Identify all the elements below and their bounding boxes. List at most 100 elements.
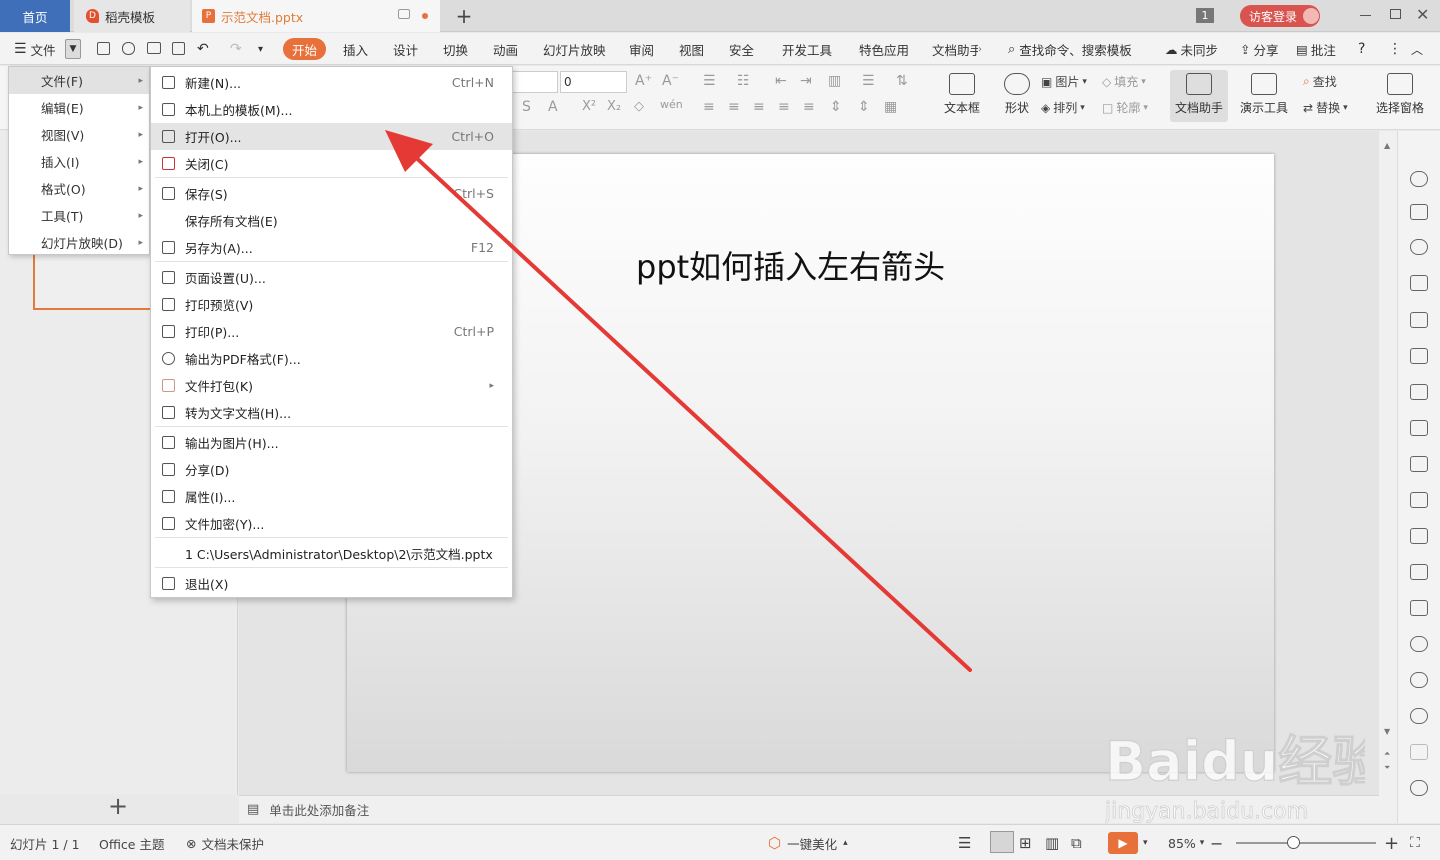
fill-button[interactable]: ◇ 填充 ▾ — [1102, 73, 1146, 90]
font-color-icon[interactable]: A — [548, 99, 558, 115]
indent-icon[interactable]: ⇥ — [800, 73, 812, 89]
slide-title[interactable]: ppt如何插入左右箭头 — [636, 242, 945, 288]
increase-font-icon[interactable]: A⁺ — [635, 73, 652, 89]
bullet-list-icon[interactable]: ☰ — [703, 73, 716, 89]
normal-view-icon[interactable] — [990, 831, 1014, 853]
menu-print-preview[interactable]: 打印预览(V) — [151, 291, 512, 318]
help-circle-icon[interactable] — [1410, 708, 1428, 724]
distribute-icon[interactable]: ≡ — [803, 99, 815, 115]
menu-transition[interactable]: 切换 — [443, 33, 468, 65]
menu-share[interactable]: 分享(D) — [151, 456, 512, 483]
settings-sliders-icon[interactable] — [1410, 420, 1428, 436]
security-shield-icon[interactable] — [1410, 636, 1428, 652]
export-icon[interactable] — [1410, 492, 1428, 508]
paragraph-spacing-icon[interactable]: ⇕ — [830, 99, 842, 115]
menu-save[interactable]: 保存(S) Ctrl+S — [151, 180, 512, 207]
numbered-list-icon[interactable]: ☷ — [737, 73, 750, 89]
minimize-icon[interactable] — [1360, 15, 1371, 16]
presenter-tools-button[interactable]: 演示工具 — [1231, 70, 1297, 122]
superscript-icon[interactable]: X² — [582, 99, 596, 114]
align-center-icon[interactable]: ≡ — [728, 99, 740, 115]
export-pdf-icon[interactable] — [122, 42, 135, 55]
menu-pack[interactable]: 文件打包(K) ▸ — [151, 372, 512, 399]
file-menu-item-file[interactable]: 文件(F) ▸ — [9, 67, 149, 94]
file-dropdown-arrow-icon[interactable]: ▼ — [65, 39, 81, 59]
clear-format-icon[interactable]: ◇ — [634, 99, 644, 114]
textbox-button[interactable]: 文本框 — [933, 70, 991, 122]
help-icon[interactable]: ? — [1358, 33, 1365, 65]
menu-save-as[interactable]: 另存为(A)... F12 — [151, 234, 512, 261]
vertical-scrollbar[interactable]: ▲ ▼ ⏶ ⏷ — [1379, 131, 1397, 823]
window-count-badge[interactable]: 1 — [1196, 8, 1214, 23]
cube-icon[interactable] — [1410, 744, 1428, 760]
undo-icon[interactable]: ↶ — [197, 33, 209, 65]
zoom-slider-thumb[interactable] — [1287, 836, 1300, 849]
grid-icon[interactable] — [1410, 348, 1428, 364]
outline-button[interactable]: □ 轮廓 ▾ — [1102, 99, 1148, 116]
tab-template[interactable]: D 稻壳模板 — [74, 0, 190, 32]
notes-toggle-icon[interactable]: ☰ — [958, 825, 971, 860]
star-icon[interactable] — [1410, 171, 1428, 187]
new-tab-button[interactable]: + — [452, 0, 476, 32]
font-name-box[interactable] — [510, 71, 558, 93]
menu-print[interactable]: 打印(P)... Ctrl+P — [151, 318, 512, 345]
align-right-icon[interactable]: ≡ — [753, 99, 765, 115]
menu-save-all[interactable]: 保存所有文档(E) — [151, 207, 512, 234]
comment-button[interactable]: ▤ 批注 — [1296, 33, 1336, 65]
chart-icon[interactable] — [1410, 384, 1428, 400]
zoom-in-icon[interactable]: + — [1384, 825, 1399, 860]
menu-view[interactable]: 视图 — [679, 33, 704, 65]
smartart-icon[interactable]: ▦ — [884, 99, 897, 115]
replace-button[interactable]: ⇄ 替换 ▾ — [1303, 99, 1348, 116]
menu-insert[interactable]: 插入 — [343, 33, 368, 65]
scroll-up-icon[interactable]: ▲ — [1384, 141, 1390, 150]
sorter-view-icon[interactable]: ⊞ — [1019, 825, 1032, 860]
menu-properties[interactable]: 属性(I)... — [151, 483, 512, 510]
play-slideshow-button[interactable]: ▶ — [1108, 832, 1138, 854]
document-protection[interactable]: ⊗ 文档未保护 — [186, 825, 264, 860]
strikethrough-icon[interactable]: S — [522, 99, 531, 115]
align-text-icon[interactable]: ⇕ — [858, 99, 870, 115]
table-icon[interactable] — [1410, 312, 1428, 328]
decrease-font-icon[interactable]: A⁻ — [662, 73, 679, 89]
file-menu-item-tools[interactable]: 工具(T) ▸ — [9, 202, 149, 229]
outdent-icon[interactable]: ⇤ — [775, 73, 787, 89]
location-icon[interactable] — [1410, 780, 1428, 796]
text-direction-icon[interactable]: ⇅ — [896, 73, 908, 89]
audio-icon[interactable] — [1410, 600, 1428, 616]
tab-home[interactable]: 首页 — [0, 0, 70, 32]
zoom-level[interactable]: 85% ▾ — [1168, 825, 1204, 860]
menu-open[interactable]: 打开(O)... Ctrl+O — [151, 123, 512, 150]
picture-icon[interactable] — [1410, 564, 1428, 580]
window-restore-icon[interactable] — [398, 9, 410, 19]
justify-icon[interactable]: ≡ — [778, 99, 790, 115]
fit-window-icon[interactable]: ⛶ — [1410, 825, 1420, 860]
menu-page-setup[interactable]: 页面设置(U)... — [151, 264, 512, 291]
font-size-input[interactable]: 0 — [560, 71, 627, 93]
fill-style-icon[interactable] — [1410, 275, 1428, 291]
image-gallery-icon[interactable] — [1410, 456, 1428, 472]
file-menu-item-format[interactable]: 格式(O) ▸ — [9, 175, 149, 202]
zoom-out-icon[interactable]: − — [1210, 825, 1223, 860]
arrange-button[interactable]: ◈ 排列 ▾ — [1041, 99, 1085, 116]
file-menu-item-view[interactable]: 视图(V) ▸ — [9, 121, 149, 148]
file-menu-item-insert[interactable]: 插入(I) ▸ — [9, 148, 149, 175]
menu-export-image[interactable]: 输出为图片(H)... — [151, 429, 512, 456]
menu-close[interactable]: 关闭(C) — [151, 150, 512, 177]
menu-developer[interactable]: 开发工具 — [782, 33, 832, 65]
print-icon[interactable] — [147, 42, 161, 54]
menu-features[interactable]: 特色应用 — [859, 33, 909, 65]
subscript-icon[interactable]: X₂ — [607, 99, 621, 114]
presenter-view-icon[interactable]: ⧉ — [1071, 825, 1082, 860]
find-button[interactable]: ⌕ 查找 — [1303, 73, 1337, 90]
reading-view-icon[interactable]: ▥ — [1045, 825, 1059, 860]
sync-button[interactable]: ☁ 未同步 — [1165, 33, 1218, 65]
menu-export-pdf[interactable]: 输出为PDF格式(F)... — [151, 345, 512, 372]
next-slide-icon[interactable]: ⏷ — [1384, 763, 1390, 773]
prev-slide-icon[interactable]: ⏶ — [1384, 749, 1390, 759]
command-search[interactable]: ⌕ 查找命令、搜索模板 — [1008, 33, 1132, 65]
play-options-icon[interactable]: ▾ — [1143, 825, 1148, 860]
menu-exit[interactable]: 退出(X) — [151, 570, 512, 597]
phonetic-icon[interactable]: wén — [660, 98, 683, 111]
menu-local-template[interactable]: 本机上的模板(M)... — [151, 96, 512, 123]
